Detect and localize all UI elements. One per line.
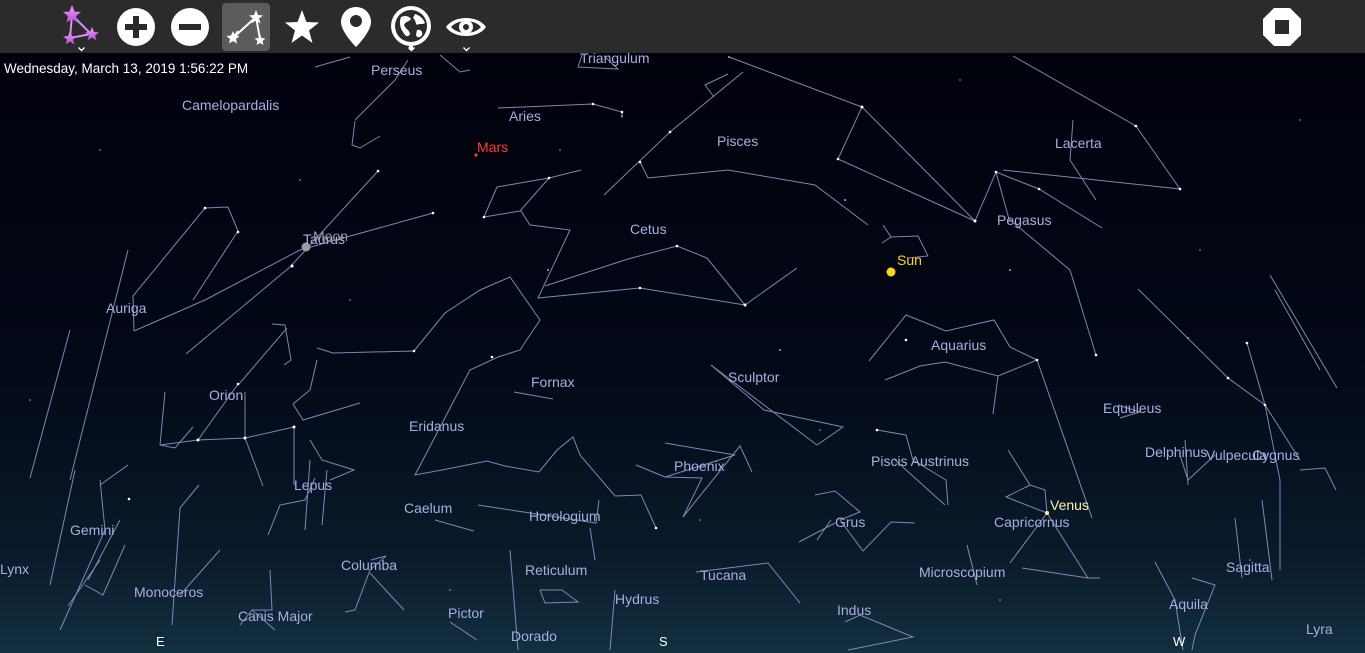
zoom-in-button[interactable]: [112, 3, 160, 51]
globe-button[interactable]: [387, 3, 435, 52]
label-mars[interactable]: Mars: [477, 139, 508, 155]
label-auriga[interactable]: Auriga: [106, 300, 146, 316]
label-pisces[interactable]: Pisces: [717, 133, 758, 149]
constellation-lines-button[interactable]: [222, 3, 270, 51]
label-monoceros[interactable]: Monoceros: [134, 584, 203, 600]
star-icon: [285, 10, 319, 43]
label-sun[interactable]: Sun: [897, 252, 922, 268]
location-button[interactable]: [332, 3, 380, 51]
label-caelum[interactable]: Caelum: [404, 500, 452, 516]
favorites-button[interactable]: [278, 3, 326, 51]
label-canis-major[interactable]: Canis Major: [238, 608, 313, 624]
label-orion[interactable]: Orion: [209, 387, 243, 403]
chevron-down-icon: [78, 47, 85, 52]
label-microscopium[interactable]: Microscopium: [919, 564, 1005, 580]
label-tucana[interactable]: Tucana: [700, 567, 746, 583]
label-cetus[interactable]: Cetus: [630, 221, 667, 237]
label-lacerta[interactable]: Lacerta: [1055, 135, 1102, 151]
label-lepus[interactable]: Lepus: [294, 477, 332, 493]
label-indus[interactable]: Indus: [837, 602, 871, 618]
compass-south: S: [659, 634, 668, 649]
label-gemini[interactable]: Gemini: [70, 522, 114, 538]
label-eridanus[interactable]: Eridanus: [409, 418, 464, 434]
map-pin-icon: [341, 7, 371, 47]
datetime-display: Wednesday, March 13, 2019 1:56:22 PM: [4, 61, 249, 76]
eye-icon: [446, 18, 486, 36]
minus-circle-icon: [171, 8, 209, 46]
label-lyra[interactable]: Lyra: [1306, 621, 1333, 637]
globe-icon: [391, 6, 431, 50]
sky-chart[interactable]: [0, 53, 1365, 653]
stop-button[interactable]: [1258, 3, 1306, 51]
chevron-down-icon: [408, 47, 415, 52]
label-venus[interactable]: Venus: [1050, 497, 1089, 513]
label-phoenix[interactable]: Phoenix: [674, 458, 725, 474]
label-reticulum[interactable]: Reticulum: [525, 562, 587, 578]
compass-west: W: [1173, 634, 1186, 649]
label-perseus[interactable]: Perseus: [371, 62, 422, 78]
label-equuleus[interactable]: Equuleus: [1103, 400, 1161, 416]
label-cygnus[interactable]: Cygnus: [1252, 447, 1299, 463]
label-fornax[interactable]: Fornax: [531, 374, 575, 390]
label-dorado[interactable]: Dorado: [511, 628, 557, 644]
chevron-down-icon: [463, 47, 470, 52]
label-aquarius[interactable]: Aquarius: [931, 337, 986, 353]
background-stars: [29, 56, 1301, 601]
label-pictor[interactable]: Pictor: [448, 605, 484, 621]
label-delphinus[interactable]: Delphinus: [1145, 444, 1207, 460]
view-options-button[interactable]: [442, 3, 490, 52]
plus-circle-icon: [117, 8, 155, 46]
label-capricornus[interactable]: Capricornus: [994, 514, 1069, 530]
label-horologium[interactable]: Horologium: [529, 508, 601, 524]
stop-octagon-icon: [1263, 8, 1301, 46]
zoom-out-button[interactable]: [166, 3, 214, 51]
label-sculptor[interactable]: Sculptor: [728, 369, 779, 385]
constellation-lines: [29, 54, 1338, 651]
label-piscis-austrinus[interactable]: Piscis Austrinus: [871, 453, 969, 469]
label-camelopardalis[interactable]: Camelopardalis: [182, 97, 279, 113]
constellations-menu-button[interactable]: [57, 3, 105, 52]
constellation-icon: [63, 5, 99, 45]
sun-marker: [886, 267, 896, 277]
label-aquila[interactable]: Aquila: [1169, 596, 1208, 612]
label-moon[interactable]: Moon: [313, 228, 348, 244]
label-lynx[interactable]: Lynx: [0, 561, 29, 577]
compass-east: E: [156, 634, 165, 649]
label-columba[interactable]: Columba: [341, 557, 397, 573]
label-grus[interactable]: Grus: [835, 514, 865, 530]
toolbar: [0, 0, 1365, 53]
label-aries[interactable]: Aries: [509, 108, 541, 124]
label-sagitta[interactable]: Sagitta: [1226, 559, 1270, 575]
label-hydrus[interactable]: Hydrus: [615, 591, 659, 607]
constellation-lines-icon: [226, 10, 266, 45]
label-pegasus[interactable]: Pegasus: [997, 212, 1051, 228]
